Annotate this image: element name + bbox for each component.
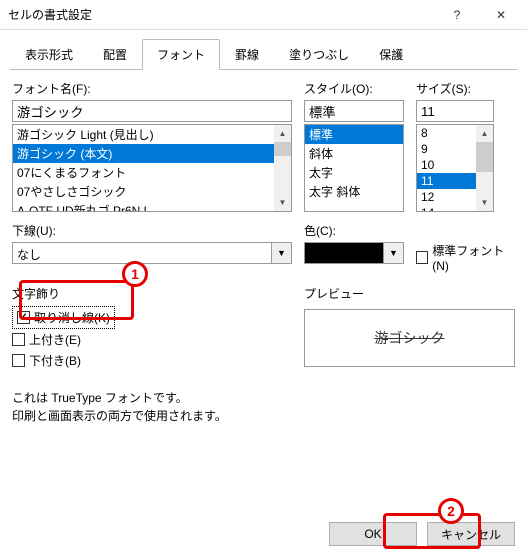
list-item[interactable]: 游ゴシック (本文) (13, 144, 274, 163)
list-item[interactable]: 12 (417, 189, 476, 205)
checkbox-icon (12, 354, 25, 367)
window-title: セルの書式設定 (8, 6, 435, 23)
style-input[interactable] (304, 100, 404, 122)
normal-font-checkbox[interactable]: 標準フォント(N) (416, 240, 515, 275)
tab-border[interactable]: 罫線 (220, 39, 274, 70)
font-label: フォント名(F): (12, 80, 292, 97)
description: これは TrueType フォントです。 印刷と画面表示の両方で使用されます。 (12, 389, 515, 425)
strikethrough-checkbox[interactable]: 取り消し線(K) (12, 306, 115, 329)
preview-box: 游ゴシック (304, 309, 515, 367)
scroll-down-icon[interactable]: ▼ (476, 194, 493, 211)
subscript-label: 下付き(B) (29, 352, 81, 369)
scroll-up-icon[interactable]: ▲ (476, 125, 493, 142)
superscript-label: 上付き(E) (29, 331, 81, 348)
list-item[interactable]: A-OTF UD新丸ゴ Pr6N L (13, 201, 274, 211)
size-listbox[interactable]: 8 9 10 11 12 14 ▲ ▼ (416, 124, 494, 212)
chevron-down-icon[interactable]: ▼ (384, 242, 404, 264)
tab-alignment[interactable]: 配置 (88, 39, 142, 70)
font-input[interactable] (12, 100, 292, 122)
help-button[interactable]: ? (435, 0, 479, 30)
style-listbox[interactable]: 標準 斜体 太字 太字 斜体 (304, 124, 404, 212)
tab-number[interactable]: 表示形式 (10, 39, 88, 70)
tab-strip: 表示形式 配置 フォント 罫線 塗りつぶし 保護 (10, 38, 517, 70)
list-item[interactable]: 斜体 (305, 144, 403, 163)
scroll-down-icon[interactable]: ▼ (274, 194, 291, 211)
font-listbox[interactable]: 游ゴシック Light (見出し) 游ゴシック (本文) 07にくまるフォント … (12, 124, 292, 212)
cancel-button[interactable]: キャンセル (427, 522, 515, 546)
tab-font[interactable]: フォント (142, 39, 220, 70)
list-item[interactable]: 太字 (305, 163, 403, 182)
color-label: 色(C): (304, 222, 404, 239)
subscript-checkbox[interactable]: 下付き(B) (12, 350, 292, 371)
tab-protection[interactable]: 保護 (364, 39, 418, 70)
list-item[interactable]: 標準 (305, 125, 403, 144)
superscript-checkbox[interactable]: 上付き(E) (12, 329, 292, 350)
preview-label: プレビュー (304, 285, 515, 302)
size-input[interactable] (416, 100, 494, 122)
titlebar: セルの書式設定 ? ✕ (0, 0, 527, 30)
style-label: スタイル(O): (304, 80, 404, 97)
close-button[interactable]: ✕ (479, 0, 523, 30)
underline-combo[interactable]: なし (12, 242, 272, 264)
list-item[interactable]: 11 (417, 173, 476, 189)
checkbox-icon (17, 311, 30, 324)
tab-fill[interactable]: 塗りつぶし (274, 39, 364, 70)
list-item[interactable]: 14 (417, 205, 476, 211)
scroll-thumb[interactable] (274, 142, 291, 156)
checkbox-icon (12, 333, 25, 346)
scroll-thumb[interactable] (476, 142, 493, 172)
scrollbar[interactable]: ▲ ▼ (476, 125, 493, 211)
ok-button[interactable]: OK (329, 522, 417, 546)
chevron-down-icon[interactable]: ▼ (272, 242, 292, 264)
color-combo[interactable] (304, 242, 384, 264)
checkbox-icon (416, 251, 428, 264)
list-item[interactable]: 10 (417, 157, 476, 173)
list-item[interactable]: 9 (417, 141, 476, 157)
strikethrough-label: 取り消し線(K) (34, 309, 110, 326)
list-item[interactable]: 8 (417, 125, 476, 141)
effects-label: 文字飾り (12, 285, 292, 302)
size-label: サイズ(S): (416, 80, 494, 97)
scroll-up-icon[interactable]: ▲ (274, 125, 291, 142)
list-item[interactable]: 太字 斜体 (305, 182, 403, 201)
list-item[interactable]: 07にくまるフォント (13, 163, 274, 182)
scrollbar[interactable]: ▲ ▼ (274, 125, 291, 211)
underline-label: 下線(U): (12, 222, 292, 239)
annotation-badge-2: 2 (438, 498, 464, 524)
preview-text: 游ゴシック (375, 328, 445, 348)
list-item[interactable]: 07やさしさゴシック (13, 182, 274, 201)
normal-font-label: 標準フォント(N) (432, 242, 515, 273)
list-item[interactable]: 游ゴシック Light (見出し) (13, 125, 274, 144)
